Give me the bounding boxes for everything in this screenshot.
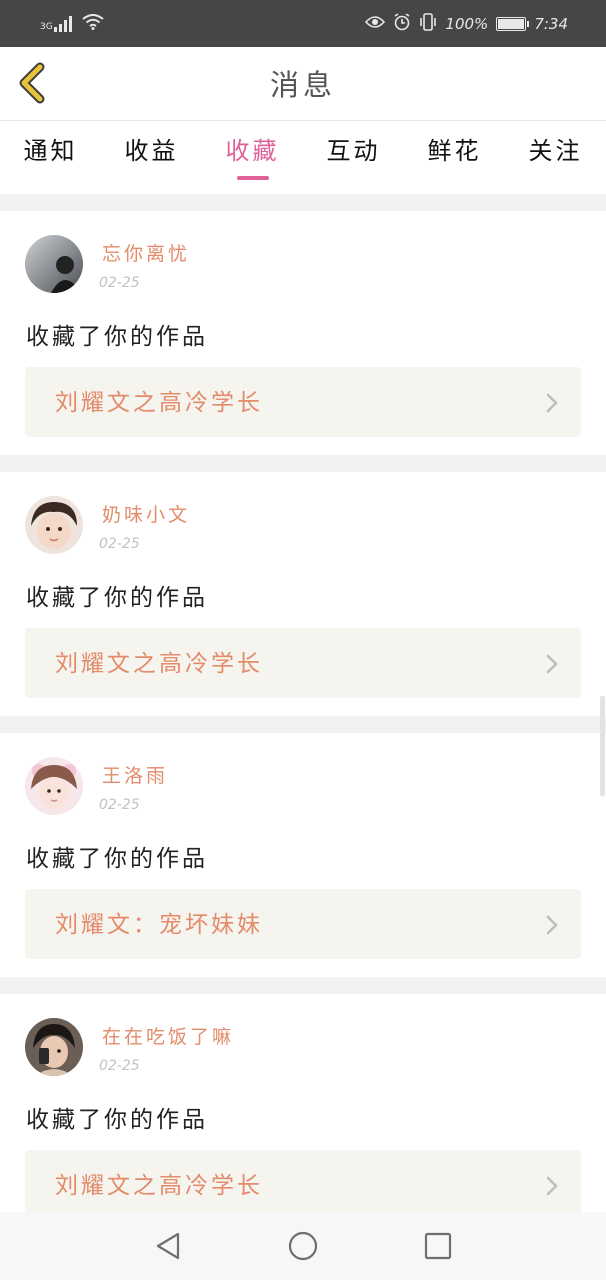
back-triangle-icon	[156, 1232, 180, 1260]
username[interactable]: 奶味小文	[102, 500, 190, 527]
chevron-right-icon	[546, 915, 558, 935]
action-text: 收藏了你的作品	[26, 1107, 208, 1133]
tab-notifications[interactable]: 通知	[0, 121, 101, 194]
tab-label: 收益	[124, 137, 179, 165]
tab-label: 收藏	[225, 137, 280, 165]
chevron-right-icon	[546, 1176, 558, 1196]
signal-icon: 3G	[40, 15, 74, 32]
tab-label: 互动	[326, 137, 381, 165]
tab-following[interactable]: 关注	[505, 121, 606, 194]
vibrate-icon	[419, 12, 437, 35]
battery-level	[498, 18, 525, 29]
avatar[interactable]	[25, 235, 83, 293]
nav-recents-button[interactable]	[418, 1226, 458, 1266]
notification-card: 王洛雨 02-25 收藏了你的作品 刘耀文：宠坏妹妹	[0, 733, 606, 977]
battery-icon	[496, 16, 530, 31]
chevron-right-icon	[546, 393, 558, 413]
recents-square-icon	[424, 1232, 452, 1260]
status-bar-left: 3G	[40, 13, 104, 34]
eye-icon	[365, 15, 386, 33]
home-circle-icon	[288, 1231, 318, 1261]
scrollbar[interactable]	[600, 696, 605, 796]
nav-back-button[interactable]	[148, 1226, 188, 1266]
system-nav-bar	[0, 1212, 606, 1280]
timestamp: 02-25	[99, 797, 140, 813]
avatar[interactable]	[25, 1018, 83, 1076]
tab-interactions[interactable]: 互动	[303, 121, 404, 194]
network-type: 3G	[40, 21, 53, 32]
work-title: 刘耀文之高冷学长	[55, 1173, 263, 1199]
battery-percent: 100%	[445, 14, 489, 33]
clock: 7:34	[534, 14, 568, 33]
notification-list[interactable]: 忘你离忧 02-25 收藏了你的作品 刘耀文之高冷学长 奶味小文 02-25 收…	[0, 194, 606, 1212]
notification-card: 在在吃饭了嘛 02-25 收藏了你的作品 刘耀文之高冷学长	[0, 994, 606, 1212]
page-title: 消息	[269, 68, 336, 102]
work-title: 刘耀文：宠坏妹妹	[55, 912, 263, 938]
work-title: 刘耀文之高冷学长	[55, 390, 263, 416]
action-text: 收藏了你的作品	[26, 324, 208, 350]
nav-home-button[interactable]	[283, 1226, 323, 1266]
status-bar-right: 100% 7:34	[365, 12, 568, 35]
username[interactable]: 忘你离忧	[102, 239, 190, 266]
chevron-right-icon	[546, 654, 558, 674]
action-text: 收藏了你的作品	[26, 846, 208, 872]
notification-card: 忘你离忧 02-25 收藏了你的作品 刘耀文之高冷学长	[0, 211, 606, 455]
header: 消息	[0, 47, 606, 121]
wifi-icon	[82, 13, 104, 34]
tab-label: 关注	[528, 137, 583, 165]
tab-label: 通知	[23, 137, 78, 165]
tab-flowers[interactable]: 鲜花	[404, 121, 505, 194]
alarm-icon	[393, 12, 411, 35]
avatar[interactable]	[25, 757, 83, 815]
action-text: 收藏了你的作品	[26, 585, 208, 611]
tab-label: 鲜花	[427, 137, 482, 165]
tab-earnings[interactable]: 收益	[101, 121, 202, 194]
status-bar: 3G 100% 7:34	[0, 0, 606, 47]
timestamp: 02-25	[99, 1058, 140, 1074]
avatar[interactable]	[25, 496, 83, 554]
work-link[interactable]: 刘耀文之高冷学长	[25, 1150, 581, 1212]
timestamp: 02-25	[99, 536, 140, 552]
username[interactable]: 在在吃饭了嘛	[102, 1022, 234, 1049]
work-link[interactable]: 刘耀文之高冷学长	[25, 367, 581, 437]
tab-favorites[interactable]: 收藏	[202, 121, 303, 194]
work-link[interactable]: 刘耀文之高冷学长	[25, 628, 581, 698]
work-title: 刘耀文之高冷学长	[55, 651, 263, 677]
notification-card: 奶味小文 02-25 收藏了你的作品 刘耀文之高冷学长	[0, 472, 606, 716]
username[interactable]: 王洛雨	[102, 761, 168, 788]
tab-bar: 通知 收益 收藏 互动 鲜花 关注	[0, 121, 606, 194]
work-link[interactable]: 刘耀文：宠坏妹妹	[25, 889, 581, 959]
timestamp: 02-25	[99, 275, 140, 291]
